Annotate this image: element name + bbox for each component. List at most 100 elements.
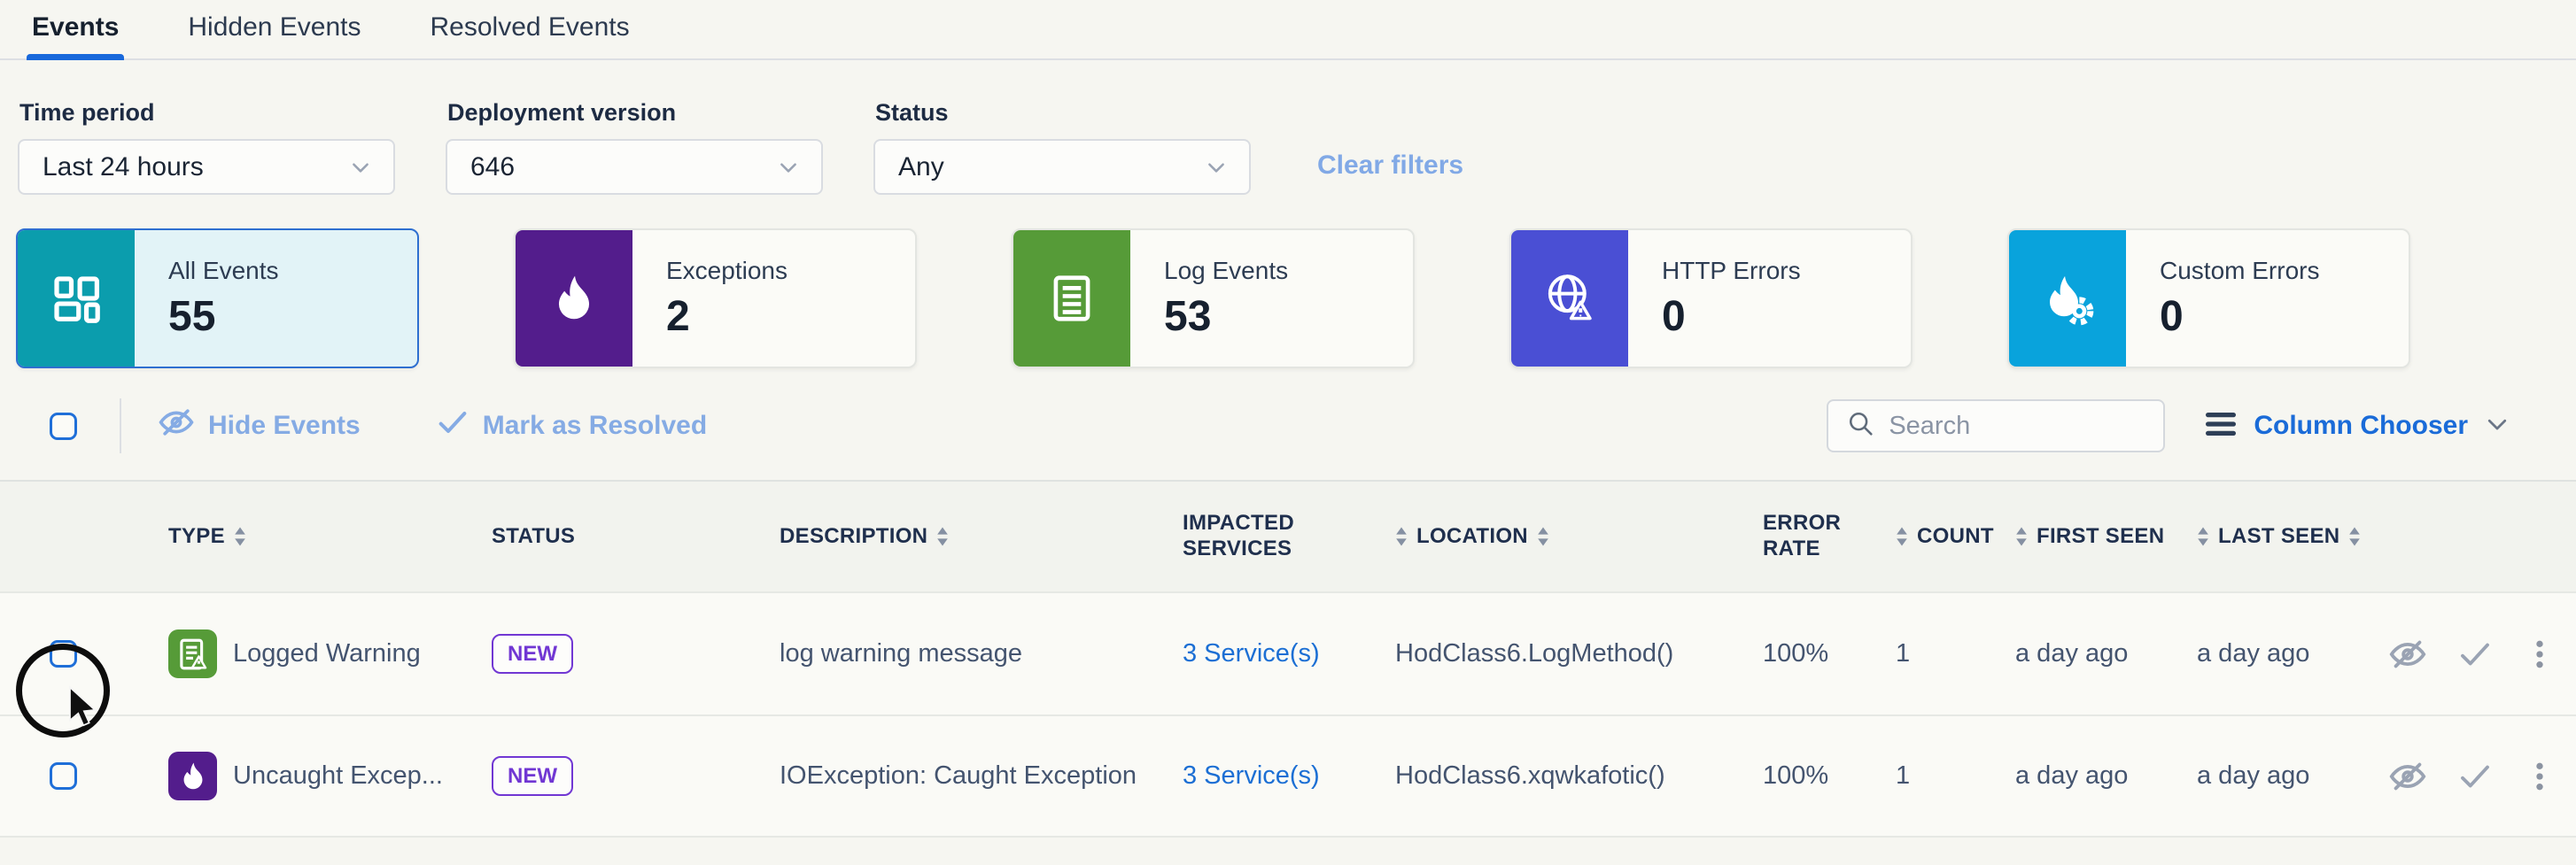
flame-icon [516, 230, 632, 367]
hide-event-icon[interactable] [2387, 756, 2428, 797]
event-location: HodClass6.LogMethod() [1395, 639, 1763, 668]
flame-gear-icon [2009, 230, 2126, 367]
card-count: 55 [168, 292, 279, 341]
sort-icon[interactable] [2348, 525, 2361, 548]
mark-as-resolved-button[interactable]: Mark as Resolved [435, 405, 707, 447]
status-select[interactable]: Any [873, 139, 1251, 195]
search-box [1827, 399, 2165, 452]
kebab-menu-icon[interactable] [2522, 759, 2557, 794]
event-description: log warning message [780, 639, 1183, 668]
card-title: Custom Errors [2160, 257, 2319, 285]
count-value: 1 [1896, 639, 2015, 668]
deployment-version-select[interactable]: 646 [446, 139, 823, 195]
column-chooser-label: Column Chooser [2254, 411, 2468, 441]
card-count: 2 [666, 292, 788, 341]
search-input[interactable] [1889, 412, 2147, 441]
first-seen-value: a day ago [2015, 761, 2197, 791]
card-exceptions[interactable]: Exceptions 2 [514, 228, 917, 368]
hide-events-label: Hide Events [208, 411, 361, 441]
eye-slash-icon [157, 403, 196, 449]
table-header-row: TYPE STATUS DESCRIPTION IMPACTED SERVICE… [0, 482, 2576, 591]
row-checkbox[interactable] [50, 640, 77, 668]
column-header-count[interactable]: COUNT [1896, 524, 2015, 549]
deployment-version-label: Deployment version [446, 99, 823, 127]
check-icon [435, 405, 470, 447]
tab-hidden-events[interactable]: Hidden Events [182, 0, 366, 58]
sort-icon[interactable] [1537, 525, 1549, 548]
column-header-status: STATUS [492, 524, 780, 549]
mark-as-resolved-label: Mark as Resolved [483, 411, 707, 441]
status-value: Any [898, 152, 944, 182]
kebab-menu-icon[interactable] [2522, 637, 2557, 672]
status-badge: NEW [492, 756, 573, 796]
status-badge: NEW [492, 634, 573, 674]
globe-warning-icon [1511, 230, 1628, 367]
chevron-down-icon [349, 156, 372, 179]
log-document-icon [1013, 230, 1130, 367]
resolve-event-icon[interactable] [2456, 636, 2494, 673]
column-chooser-button[interactable]: Column Chooser [2204, 410, 2510, 443]
error-rate-value: 100% [1763, 761, 1896, 791]
error-rate-value: 100% [1763, 639, 1896, 668]
card-count: 0 [1662, 292, 1801, 341]
last-seen-value: a day ago [2197, 639, 2387, 668]
toolbar-divider [120, 398, 121, 453]
events-table: TYPE STATUS DESCRIPTION IMPACTED SERVICE… [0, 480, 2576, 838]
table-row: Logged Warning NEW log warning message 3… [0, 591, 2576, 714]
event-description: IOException: Caught Exception [780, 761, 1183, 791]
log-warning-icon [168, 629, 217, 678]
impacted-services-link[interactable]: 3 Service(s) [1183, 761, 1395, 791]
column-header-first-seen[interactable]: FIRST SEEN [2015, 524, 2197, 549]
column-header-description[interactable]: DESCRIPTION [780, 524, 1183, 549]
column-header-error-rate[interactable]: ERROR RATE [1763, 511, 1896, 562]
sort-icon[interactable] [936, 525, 949, 548]
time-period-value: Last 24 hours [43, 152, 204, 182]
table-row: Uncaught Excep... NEW IOException: Caugh… [0, 714, 2576, 838]
card-title: HTTP Errors [1662, 257, 1801, 285]
hide-event-icon[interactable] [2387, 634, 2428, 675]
column-header-type[interactable]: TYPE [168, 524, 492, 549]
card-title: Exceptions [666, 257, 788, 285]
count-value: 1 [1896, 761, 2015, 791]
card-log-events[interactable]: Log Events 53 [1012, 228, 1415, 368]
card-custom-errors[interactable]: Custom Errors 0 [2007, 228, 2410, 368]
uncaught-exception-icon [168, 752, 217, 800]
table-toolbar: Hide Events Mark as Resolved [0, 368, 2576, 480]
column-header-location[interactable]: LOCATION [1395, 524, 1763, 549]
resolve-event-icon[interactable] [2456, 758, 2494, 795]
status-label: Status [873, 99, 1251, 127]
sort-icon[interactable] [2197, 525, 2209, 548]
sort-icon[interactable] [1896, 525, 1908, 548]
card-all-events[interactable]: All Events 55 [16, 228, 419, 368]
card-title: All Events [168, 257, 279, 285]
select-all-checkbox[interactable] [50, 413, 77, 440]
event-location: HodClass6.xqwkafotic() [1395, 761, 1763, 791]
chevron-down-icon [2484, 411, 2510, 442]
column-header-last-seen[interactable]: LAST SEEN [2197, 524, 2387, 549]
search-icon [1846, 409, 1876, 444]
hide-events-button[interactable]: Hide Events [157, 403, 361, 449]
impacted-services-link[interactable]: 3 Service(s) [1183, 639, 1395, 668]
filters-bar: Time period Last 24 hours Deployment ver… [0, 60, 2576, 195]
column-header-impacted-services[interactable]: IMPACTED SERVICES [1183, 511, 1395, 562]
hamburger-icon [2204, 410, 2238, 443]
card-http-errors[interactable]: HTTP Errors 0 [1509, 228, 1913, 368]
first-seen-value: a day ago [2015, 639, 2197, 668]
card-count: 53 [1164, 292, 1288, 341]
chevron-down-icon [777, 156, 800, 179]
card-title: Log Events [1164, 257, 1288, 285]
sort-icon[interactable] [2015, 525, 2028, 548]
clear-filters-button[interactable]: Clear filters [1317, 151, 1463, 181]
grid-icon [18, 230, 135, 367]
time-period-select[interactable]: Last 24 hours [18, 139, 395, 195]
event-type-label: Uncaught Excep... [233, 761, 443, 791]
event-type-label: Logged Warning [233, 639, 421, 668]
row-checkbox[interactable] [50, 762, 77, 790]
tab-events[interactable]: Events [27, 0, 124, 58]
summary-cards: All Events 55 Exceptions 2 Log Events [0, 195, 2576, 368]
tab-resolved-events[interactable]: Resolved Events [425, 0, 635, 58]
sort-icon[interactable] [234, 525, 246, 548]
card-count: 0 [2160, 292, 2319, 341]
deployment-version-value: 646 [470, 152, 515, 182]
sort-icon[interactable] [1395, 525, 1408, 548]
